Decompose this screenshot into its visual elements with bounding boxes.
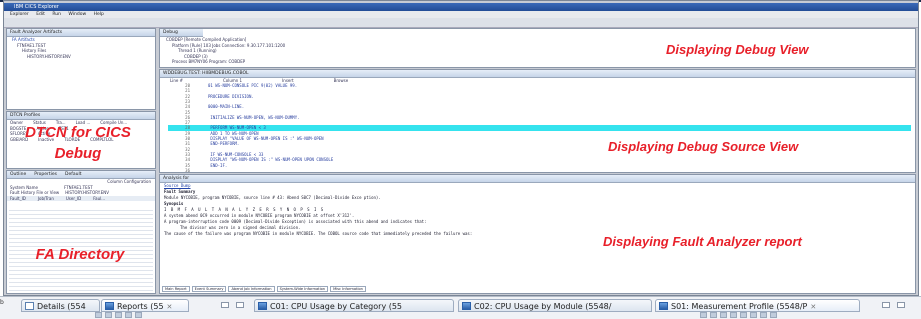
source-text: DISPLAY "VALUE OF WS-NUM-OPEN IS :" WS-N… <box>208 136 324 141</box>
close-icon[interactable]: ✕ <box>810 303 816 311</box>
minimize-button[interactable] <box>882 302 890 308</box>
source-text: PERFORM WS-NUM-OPEN < 3 <box>208 125 266 131</box>
menu-explorer[interactable]: Explorer <box>10 12 29 17</box>
source-text: PROCEDURE DIVISION. <box>208 93 254 99</box>
fa-directory-tabs: Outline Properties Default <box>7 171 155 179</box>
source-text: ADD 1 TO WS-NUM-OPEN <box>208 130 259 136</box>
toolbar-icon[interactable] <box>125 312 132 318</box>
tab-misc[interactable]: Misc Information <box>330 286 366 292</box>
tab-default[interactable]: Default <box>65 171 81 178</box>
toolbar-icon[interactable] <box>135 312 142 318</box>
fa-col-fault[interactable]: Faul... <box>93 196 105 202</box>
toolbar-icon[interactable] <box>105 312 112 318</box>
tab-c02[interactable]: C02: CPU Usage by Module (5548/ <box>458 299 652 312</box>
close-icon[interactable]: ✕ <box>167 303 173 311</box>
source-text: 01 WS-NUM-CONSOLE PIC 9(02) VALUE 99. <box>208 83 298 88</box>
source-text: END-IF. <box>208 162 228 168</box>
window-title: IBM CICS Explorer <box>4 3 918 11</box>
line-number: 36 <box>185 167 190 173</box>
tab-reports[interactable]: Reports (55 ✕ <box>101 299 189 312</box>
menu-window[interactable]: Window <box>68 12 86 17</box>
source-text: DISPLAY "WS-NUM-OPEN IS :" WS-NUM-OPEN U… <box>208 157 334 163</box>
toolbar-icon[interactable] <box>750 312 757 318</box>
menu-run[interactable]: Run <box>52 12 61 17</box>
debug-view-title: Debug <box>160 29 203 37</box>
fa-col-user-id[interactable]: User_ID <box>66 196 81 202</box>
source-editor[interactable]: 20 01 WS-NUM-CONSOLE PIC 9(02) VALUE 99. 2… <box>160 83 915 172</box>
callout-debug-source-view: Displaying Debug Source View <box>608 139 799 154</box>
tab-s01[interactable]: S01: Measurement Profile (5548/P ✕ <box>655 299 860 312</box>
callout-fa-report: Displaying Fault Analyzer report <box>603 234 802 249</box>
debug-source-title: WDDEBUG.TEST: HIIBMDEBUG.COBOL <box>160 70 915 78</box>
callout-fa-directory: FA Directory <box>35 246 125 263</box>
dtcn-profiles-title: DTCN Profiles <box>7 112 155 120</box>
toolbar-icon[interactable] <box>95 312 102 318</box>
menu-bar: Explorer Edit Run Window Help <box>4 11 918 18</box>
report-icon <box>258 302 267 310</box>
tab-abend-job[interactable]: Abend Job Information <box>228 286 275 292</box>
tab-event-summary[interactable]: Event Summary <box>191 286 227 292</box>
toolbar-icon[interactable] <box>710 312 717 318</box>
bottom-tab-strip: b Details (554 Reports (55 ✕ C01: CPU Usa… <box>0 296 921 319</box>
maximize-button[interactable] <box>897 302 905 308</box>
source-text: END-PERFORM. <box>208 141 240 147</box>
tree-item-history-file[interactable]: HISTORY.HISTORY.ENV <box>7 54 155 60</box>
toolbar-icon[interactable] <box>760 312 767 318</box>
toolbar-icon[interactable] <box>700 312 707 318</box>
fa-artifacts-pane: Fault Analyzer Artifacts FA Artifacts FT… <box>6 28 156 110</box>
menu-help[interactable]: Help <box>94 12 104 17</box>
source-line[interactable]: 36 <box>160 167 915 173</box>
tab-c01[interactable]: C01: CPU Usage by Category (55 <box>254 299 454 312</box>
fa-artifacts-title: Fault Analyzer Artifacts <box>7 29 155 37</box>
fa-col-fault-id[interactable]: Fault_ID <box>10 196 26 202</box>
tab-c02-label: C02: CPU Usage by Module (5548/ <box>474 302 612 311</box>
fa-column-header: Fault_ID Job/Tran User_ID Faul... <box>7 195 155 202</box>
reports-icon <box>105 302 114 310</box>
toolbar-icon[interactable] <box>740 312 747 318</box>
tab-reports-label: Reports (55 <box>117 302 164 311</box>
left-edge-char: b <box>0 299 4 306</box>
source-text: IF WS-NUM-CONSOLE < 33 <box>208 151 264 157</box>
main-toolbar <box>4 18 918 28</box>
tab-c01-label: C01: CPU Usage by Category (55 <box>270 302 403 311</box>
report-bottom-tabs: Main Report Event Summary Abend Job Info… <box>162 286 366 292</box>
tab-details[interactable]: Details (554 <box>21 299 100 312</box>
source-text: INITIALIZE WS-NUM-OPEN, WS-NUM-DUMMY. <box>208 114 300 120</box>
toolbar-icon[interactable] <box>770 312 777 318</box>
toolbar-icon[interactable] <box>720 312 727 318</box>
maximize-button[interactable] <box>236 302 244 308</box>
tab-outline[interactable]: Outline <box>10 171 26 178</box>
report-icon <box>462 302 471 310</box>
minimize-button[interactable] <box>221 302 229 308</box>
debug-source-pane: WDDEBUG.TEST: HIIBMDEBUG.COBOL Line # Co… <box>159 69 916 173</box>
tab-details-label: Details (554 <box>37 302 86 311</box>
report-icon <box>659 302 668 310</box>
fa-report-pane: Analysis for Source Dump Fault Summary M… <box>159 174 916 294</box>
callout-debug-view: Displaying Debug View <box>666 42 809 57</box>
tab-main-report[interactable]: Main Report <box>162 286 190 292</box>
fa-report-title: Analysis for <box>160 175 915 183</box>
menu-edit[interactable]: Edit <box>36 12 45 17</box>
tab-properties[interactable]: Properties <box>34 171 57 178</box>
tab-s01-label: S01: Measurement Profile (5548/P <box>671 302 808 311</box>
source-text: 0000-MAIN-LINE. <box>208 104 245 110</box>
toolbar-icon[interactable] <box>730 312 737 318</box>
details-icon <box>25 302 34 310</box>
toolbar-icon[interactable] <box>115 312 122 318</box>
tab-system-wide[interactable]: System-Wide Information <box>276 286 329 292</box>
fa-directory-pane: Outline Properties Default Column Config… <box>6 170 156 294</box>
fa-col-job-tran[interactable]: Job/Tran <box>38 196 54 202</box>
callout-dtcn: DTCN for CICS Debug <box>25 124 131 162</box>
debug-tree-item[interactable]: Process BM7NY06 Program: COBDEP <box>160 59 915 65</box>
